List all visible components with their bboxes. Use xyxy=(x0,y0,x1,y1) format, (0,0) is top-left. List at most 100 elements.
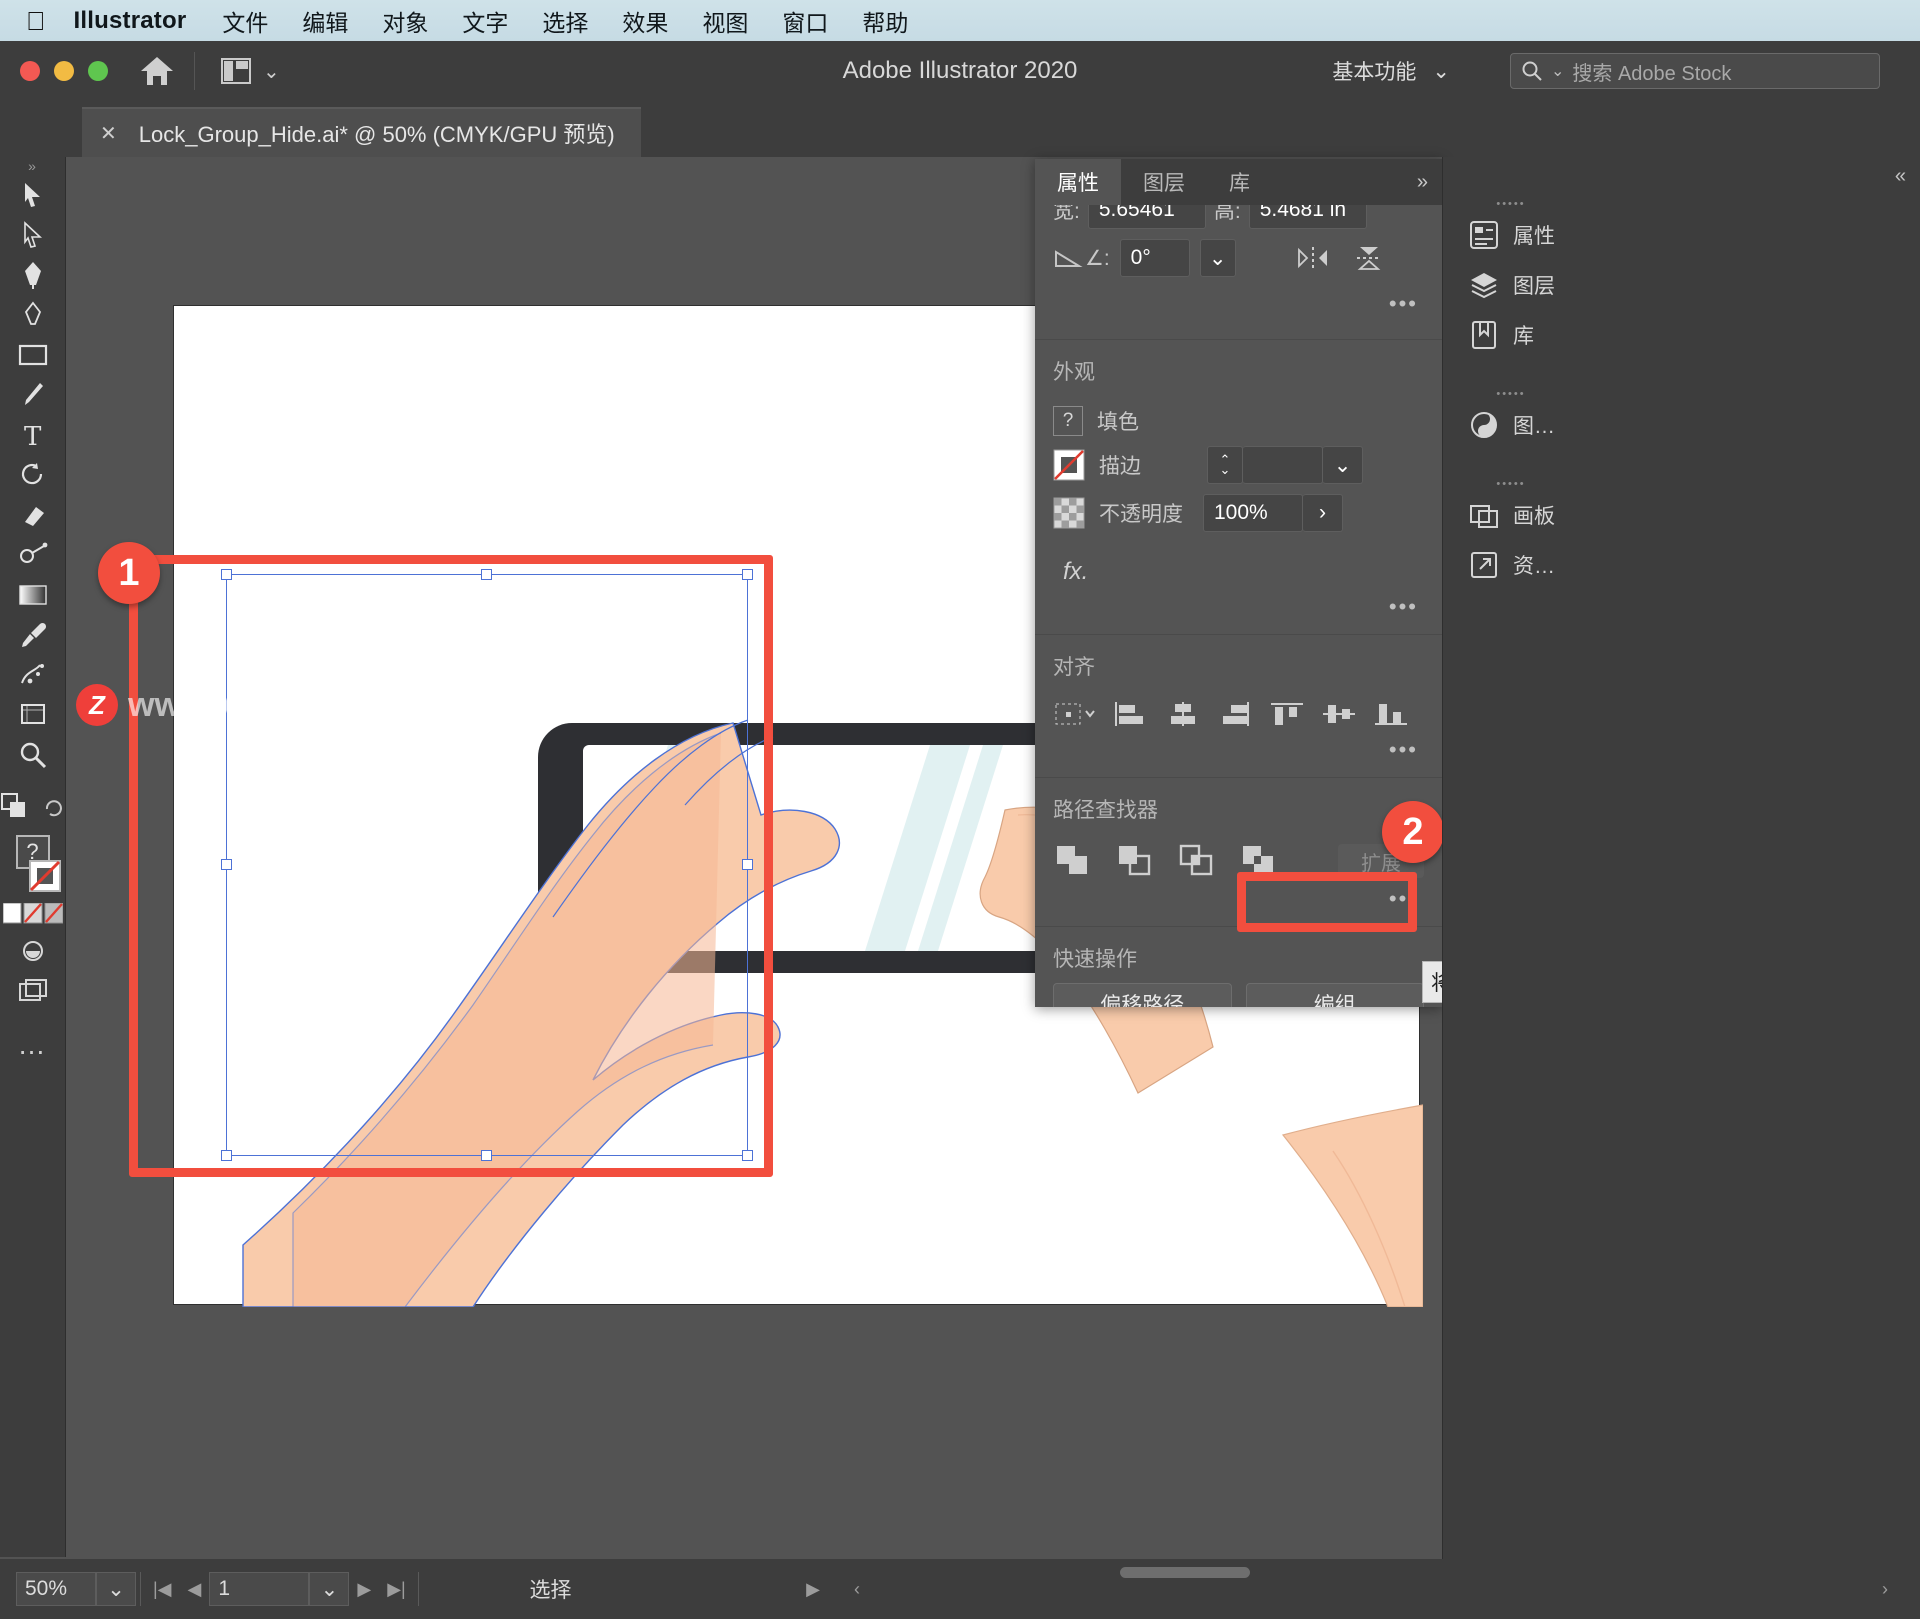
align-right-icon[interactable] xyxy=(1215,699,1255,729)
maximize-window-button[interactable] xyxy=(88,61,108,81)
menu-item-file[interactable]: 文件 xyxy=(222,4,268,38)
dock-item-asset-export[interactable]: 资… xyxy=(1457,540,1565,590)
tool-draw-mode[interactable] xyxy=(0,931,66,971)
collapse-panel-icon[interactable]: » xyxy=(1417,171,1428,194)
home-icon[interactable] xyxy=(140,55,174,87)
dock-item-libraries[interactable]: 库 xyxy=(1457,310,1565,360)
scroll-left-icon[interactable]: ‹ xyxy=(846,1579,868,1600)
minus-front-icon[interactable] xyxy=(1115,842,1155,878)
tool-symbol-sprayer[interactable] xyxy=(0,655,66,695)
close-window-button[interactable] xyxy=(20,61,40,81)
transform-more-options[interactable]: ••• xyxy=(1053,287,1424,325)
scroll-right-icon[interactable]: › xyxy=(1874,1579,1896,1600)
group-button[interactable]: 编组 xyxy=(1246,983,1425,1007)
tool-artboard[interactable] xyxy=(0,695,66,735)
stroke-weight-dropdown[interactable]: ⌄ xyxy=(1323,446,1363,484)
tool-gradient[interactable] xyxy=(0,575,66,615)
arrange-documents-button[interactable]: ⌄ xyxy=(221,58,280,84)
tab-libraries[interactable]: 库 xyxy=(1207,159,1272,205)
angle-dropdown[interactable]: ⌄ xyxy=(1200,239,1236,277)
opacity-field[interactable]: 100% xyxy=(1203,494,1303,532)
height-field[interactable]: 5.4681 in xyxy=(1249,205,1367,229)
align-bottom-icon[interactable] xyxy=(1371,699,1411,729)
fill-color-swatch[interactable]: ? xyxy=(1053,406,1083,436)
stroke-color-swatch[interactable] xyxy=(1053,449,1085,481)
zoom-level-field[interactable]: 50% xyxy=(16,1572,96,1606)
dock-group-3: ••••• 画板 资… xyxy=(1457,468,1565,590)
search-adobe-stock-input[interactable]: ⌄ 搜索 Adobe Stock xyxy=(1510,53,1880,89)
menu-item-select[interactable]: 选择 xyxy=(542,4,588,38)
dock-item-layers[interactable]: 图层 xyxy=(1457,260,1565,310)
expand-dock-icon[interactable]: « xyxy=(1443,157,1920,188)
close-icon[interactable]: ✕ xyxy=(100,121,117,146)
edit-toolbar-button[interactable]: … xyxy=(0,1025,66,1065)
dock-grip[interactable]: ••••• xyxy=(1457,388,1565,400)
align-horizontal-center-icon[interactable] xyxy=(1163,699,1203,729)
tool-rectangle[interactable] xyxy=(0,335,66,375)
flip-horizontal-icon[interactable] xyxy=(1296,244,1330,272)
appearance-more-options[interactable]: ••• xyxy=(1053,590,1424,628)
change-screen-mode-icon[interactable] xyxy=(1,793,27,819)
tool-selection[interactable] xyxy=(0,175,66,215)
stroke-weight-field[interactable] xyxy=(1243,446,1323,484)
angle-icon xyxy=(1053,246,1083,270)
tool-eyedropper[interactable] xyxy=(0,615,66,655)
tool-status-text[interactable]: 选择 xyxy=(303,1574,798,1604)
offset-path-button[interactable]: 偏移路径 xyxy=(1053,983,1232,1007)
dock-grip[interactable]: ••••• xyxy=(1457,478,1565,490)
unite-icon[interactable] xyxy=(1053,842,1093,878)
fx-button[interactable]: fx. xyxy=(1053,542,1424,590)
tab-layers[interactable]: 图层 xyxy=(1121,159,1207,205)
dock-item-swatches[interactable]: 图… xyxy=(1457,400,1565,450)
tool-screen-mode[interactable] xyxy=(0,971,66,1011)
reset-icon[interactable] xyxy=(43,795,65,817)
opacity-options-button[interactable]: › xyxy=(1303,494,1343,532)
menu-item-object[interactable]: 对象 xyxy=(382,4,428,38)
first-page-icon[interactable]: |◀ xyxy=(145,1579,180,1600)
stroke-swatch-indicator[interactable] xyxy=(28,859,64,895)
artboard-number-field[interactable]: 1 xyxy=(209,1572,309,1606)
app-name-menu[interactable]: Illustrator xyxy=(74,7,187,35)
document-tab[interactable]: ✕ Lock_Group_Hide.ai* @ 50% (CMYK/GPU 预览… xyxy=(82,107,641,157)
fill-stroke-modes[interactable] xyxy=(0,903,65,925)
minimize-window-button[interactable] xyxy=(54,61,74,81)
angle-field[interactable]: 0° xyxy=(1120,239,1190,277)
tool-zoom[interactable] xyxy=(0,735,66,775)
tool-direct-selection[interactable] xyxy=(0,215,66,255)
tools-panel-grip[interactable]: » xyxy=(0,157,65,175)
apple-icon[interactable]:  xyxy=(26,8,46,34)
dock-grip[interactable]: ••••• xyxy=(1457,198,1565,210)
dock-item-artboards[interactable]: 画板 xyxy=(1457,490,1565,540)
dock-group-1: ••••• 属性 图层 xyxy=(1457,188,1565,360)
align-top-icon[interactable] xyxy=(1267,699,1307,729)
canvas-horizontal-scrollbar-thumb[interactable] xyxy=(1120,1567,1250,1578)
tool-rotate[interactable] xyxy=(0,455,66,495)
menu-item-window[interactable]: 窗口 xyxy=(782,4,828,38)
intersect-icon[interactable] xyxy=(1177,842,1217,878)
menu-item-view[interactable]: 视图 xyxy=(702,4,748,38)
tool-pen[interactable] xyxy=(0,255,66,295)
width-field[interactable]: 5.65461 xyxy=(1088,205,1206,229)
align-left-icon[interactable] xyxy=(1111,699,1151,729)
workspace-switcher[interactable]: 基本功能 ⌄ xyxy=(1332,56,1450,86)
tool-type[interactable]: T xyxy=(0,415,66,455)
align-more-options[interactable]: ••• xyxy=(1053,733,1424,771)
zoom-dropdown[interactable]: ⌄ xyxy=(96,1572,136,1606)
tool-eraser[interactable] xyxy=(0,495,66,535)
menu-item-type[interactable]: 文字 xyxy=(462,4,508,38)
tab-properties[interactable]: 属性 xyxy=(1035,159,1121,205)
tool-paintbrush[interactable] xyxy=(0,375,66,415)
menu-item-help[interactable]: 帮助 xyxy=(862,4,908,38)
stroke-weight-stepper[interactable]: ⌃⌄ xyxy=(1207,446,1243,484)
menu-item-edit[interactable]: 编辑 xyxy=(302,4,348,38)
align-vertical-center-icon[interactable] xyxy=(1319,699,1359,729)
tool-shape-builder[interactable] xyxy=(0,535,66,575)
menu-item-effect[interactable]: 效果 xyxy=(622,4,668,38)
opacity-swatch[interactable] xyxy=(1053,497,1085,529)
tool-curvature[interactable] xyxy=(0,295,66,335)
prev-page-icon[interactable]: ◀ xyxy=(180,1579,210,1600)
dock-item-properties[interactable]: 属性 xyxy=(1457,210,1565,260)
align-to-selection-icon[interactable] xyxy=(1053,699,1099,729)
flip-vertical-icon[interactable] xyxy=(1352,244,1386,272)
status-menu-icon[interactable]: ▶ xyxy=(798,1579,828,1600)
